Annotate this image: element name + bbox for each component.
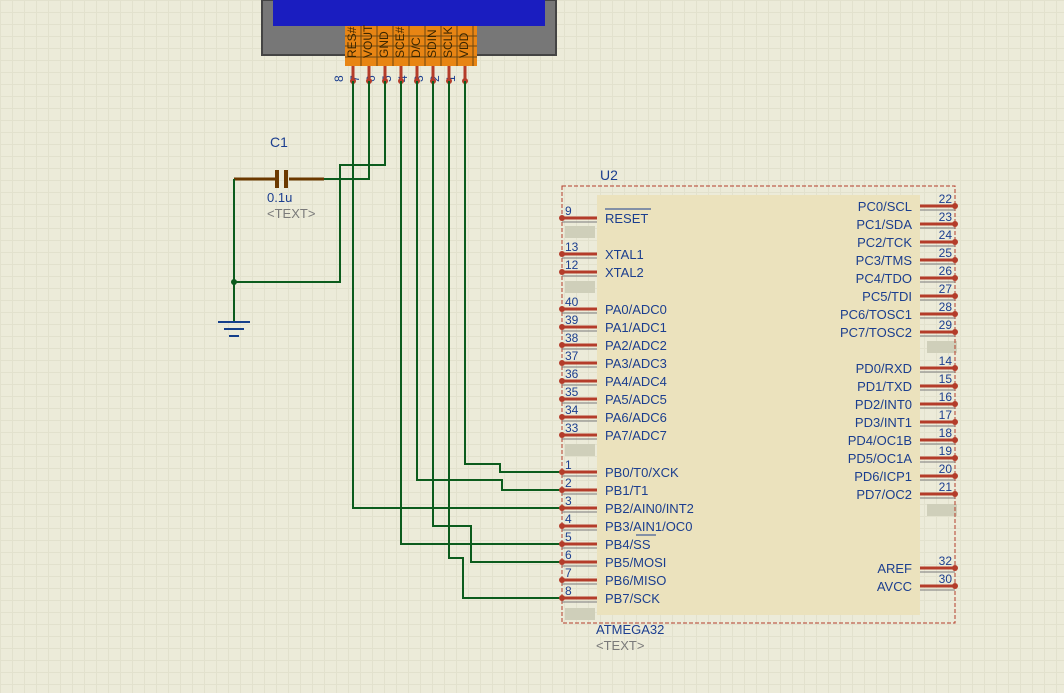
pin-number: 21 [939,480,953,494]
pin-number: 24 [939,228,953,242]
pin-name: PD7/OC2 [856,487,912,502]
pin-number: 37 [565,349,579,363]
lcd-pin-name: SCLK [441,27,455,58]
pin-number: 14 [939,354,953,368]
pin-name: AVCC [877,579,912,594]
pin-number: 19 [939,444,953,458]
pin-name: XTAL2 [605,265,644,280]
pin-name: PD4/OC1B [848,433,912,448]
lcd-pin-name: SCE# [393,26,407,58]
pin-number: 38 [565,331,579,345]
pin-name: XTAL1 [605,247,644,262]
pin-number: 16 [939,390,953,404]
pin-number: 30 [939,572,953,586]
c1-value: 0.1u [267,190,292,205]
pin-number: 9 [565,204,572,218]
lcd-pin-name: GND [377,31,391,58]
pin-number: 13 [565,240,579,254]
lcd-pin-name: VDD [457,32,471,58]
ic-text: <TEXT> [596,638,644,653]
lcd-pin-number: 8 [332,75,346,82]
pin-name: AREF [877,561,912,576]
pin-number: 40 [565,295,579,309]
pin-number: 1 [565,458,572,472]
c1-ref: C1 [270,134,288,150]
pin-name: PB1/T1 [605,483,648,498]
lcd-pin-name: VOUT [361,24,375,58]
pin-number: 6 [565,548,572,562]
pin-number: 8 [565,584,572,598]
pin-number: 12 [565,258,579,272]
pin-number: 35 [565,385,579,399]
pin-name: PA5/ADC5 [605,392,667,407]
pin-number: 25 [939,246,953,260]
pin-name: PD2/INT0 [855,397,912,412]
pin-name: PA4/ADC4 [605,374,667,389]
pin-number: 29 [939,318,953,332]
pin-name: PC1/SDA [856,217,912,232]
pin-number: 39 [565,313,579,327]
ic-part: ATMEGA32 [596,622,664,637]
pin-number: 26 [939,264,953,278]
pin-name: PB6/MISO [605,573,666,588]
pin-name: PA1/ADC1 [605,320,667,335]
lcd-pin-name: RES# [345,26,359,58]
pin-name: PC6/TOSC1 [840,307,912,322]
pin-name: PA6/ADC6 [605,410,667,425]
schematic-canvas[interactable]: RES# 8 VOUT 7 GND 6 SCE# 5 D/C 4 SDIN 3 SCLK 2 VDD 1 C1… [0,0,1064,693]
pin-name: PD5/OC1A [848,451,913,466]
pin-name: PB7/SCK [605,591,660,606]
pin-number: 18 [939,426,953,440]
pin-number: 34 [565,403,579,417]
pin-name: PC0/SCL [858,199,912,214]
ic-ref: U2 [600,167,618,183]
pin-name: PC4/TDO [856,271,912,286]
pin-number: 22 [939,192,953,206]
pin-number: 17 [939,408,953,422]
pin-number: 27 [939,282,953,296]
pin-number: 7 [565,566,572,580]
pin-name: PA0/ADC0 [605,302,667,317]
pin-name: PC7/TOSC2 [840,325,912,340]
pin-number: 5 [565,530,572,544]
pin-name: PD6/ICP1 [854,469,912,484]
pin-name: PD3/INT1 [855,415,912,430]
pin-name: PC5/TDI [862,289,912,304]
pin-number: 20 [939,462,953,476]
capacitor-c1[interactable]: C1 0.1u <TEXT> [234,134,324,221]
pin-number: 15 [939,372,953,386]
pin-number: 23 [939,210,953,224]
pin-number: 3 [565,494,572,508]
pin-name: PB4/SS [605,537,651,552]
pin-name: PB2/AIN0/INT2 [605,501,694,516]
wires [234,81,562,598]
pin-name: PA3/ADC3 [605,356,667,371]
pin-number: 28 [939,300,953,314]
pin-name: RESET [605,211,648,226]
pin-number: 32 [939,554,953,568]
lcd-pin-name: SDIN [425,29,439,58]
pin-name: PB3/AIN1/OC0 [605,519,692,534]
lcd-pin-name: D/C [409,37,423,58]
pin-name: PA7/ADC7 [605,428,667,443]
pin-number: 2 [565,476,572,490]
pin-name: PB0/T0/XCK [605,465,679,480]
pin-number: 36 [565,367,579,381]
pin-name: PD0/RXD [856,361,912,376]
pin-name: PA2/ADC2 [605,338,667,353]
pin-name: PD1/TXD [857,379,912,394]
c1-text: <TEXT> [267,206,315,221]
pin-name: PC2/TCK [857,235,912,250]
ground-symbol [218,179,250,336]
pin-name: PC3/TMS [856,253,913,268]
pin-name: PB5/MOSI [605,555,666,570]
pin-number: 33 [565,421,579,435]
pin-number: 4 [565,512,572,526]
